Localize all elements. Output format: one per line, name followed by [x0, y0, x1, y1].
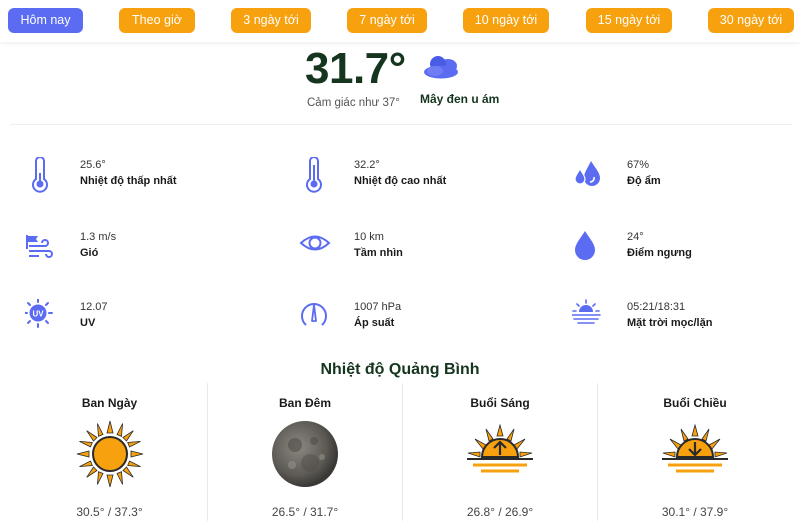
stat-label: Tầm nhìn [354, 247, 403, 259]
stat-value: 05:21/18:31 [627, 301, 686, 313]
stat-value: 67% [627, 159, 650, 171]
stat-label: Nhiệt độ thấp nhất [80, 175, 177, 187]
period-card-morning: Buổi Sáng 26.8° / 26.9° [402, 383, 597, 521]
stat-value: 12.07 [80, 301, 108, 313]
stat-label: Áp suất [354, 317, 395, 329]
tab-7-days[interactable]: 7 ngày tới [347, 8, 427, 33]
period-name: Ban Ngày [81, 396, 138, 410]
tab-hourly[interactable]: Theo giờ [119, 8, 195, 33]
stat-pressure: 1007 hPa Áp suất [299, 299, 559, 339]
period-card-afternoon: Buổi Chiều 30.1° / 37.9° [597, 383, 792, 521]
stat-humidity: 67% Độ ẩm [572, 157, 800, 197]
current-temperature: 31.7° [305, 44, 406, 93]
feels-like-text: Cảm giác như 37° [307, 97, 400, 109]
stat-sunrise-sunset: 05:21/18:31 Mặt trời mọc/lặn [572, 299, 800, 339]
thermometer-low-icon [32, 157, 48, 193]
stat-value: 25.6° [80, 159, 106, 171]
period-tab-bar: Hôm nay Theo giờ 3 ngày tới 7 ngày tới 1… [0, 0, 800, 42]
stat-max-temperature: 32.2° Nhiệt độ cao nhất [299, 157, 559, 197]
sunrise-sunset-icon [572, 299, 601, 324]
sunrise-icon [467, 423, 533, 473]
tab-15-days[interactable]: 15 ngày tới [586, 8, 672, 33]
dew-point-icon [575, 231, 595, 260]
moon-icon [272, 421, 338, 487]
cloud-icon [424, 56, 458, 79]
period-card-day: Ban Ngày 30.5° / 37.3° [12, 383, 207, 521]
tab-3-days[interactable]: 3 ngày tới [231, 8, 311, 33]
period-name: Buổi Sáng [470, 396, 530, 410]
period-temp-range: 26.8° / 26.9° [466, 505, 534, 519]
stat-label: Mặt trời mọc/lặn [627, 317, 713, 329]
sun-icon [76, 420, 143, 488]
stat-uv: UV 12.07 UV [25, 299, 285, 339]
period-temp-range: 30.1° / 37.9° [661, 505, 729, 519]
stat-label: Điểm ngưng [627, 247, 692, 259]
stat-label: Gió [80, 247, 99, 259]
wind-icon [26, 235, 53, 258]
sunset-icon [662, 423, 728, 473]
stat-label: UV [80, 317, 96, 329]
stat-visibility: 10 km Tầm nhìn [299, 229, 559, 269]
eye-icon [299, 235, 331, 251]
tab-10-days[interactable]: 10 ngày tới [463, 8, 549, 33]
period-name: Buổi Chiều [663, 396, 727, 410]
uv-icon: UV [25, 299, 53, 328]
tab-today[interactable]: Hôm nay [8, 8, 83, 33]
condition-text: Mây đen u ám [420, 92, 500, 106]
pressure-gauge-icon [301, 303, 327, 326]
period-card-night: Ban Đêm 26.5° / 31.7° [207, 383, 402, 521]
thermometer-high-icon [306, 157, 322, 193]
divider [10, 124, 792, 125]
tab-30-days[interactable]: 30 ngày tới [708, 8, 794, 33]
humidity-icon [574, 161, 600, 186]
stat-label: Độ ẩm [627, 175, 661, 187]
stat-wind: 1.3 m/s Gió [25, 229, 285, 269]
stat-value: 32.2° [354, 159, 380, 171]
stat-label: Nhiệt độ cao nhất [354, 175, 447, 187]
stat-value: 1007 hPa [354, 301, 402, 313]
stat-value: 1.3 m/s [80, 231, 117, 243]
svg-text:UV: UV [32, 310, 44, 319]
period-temp-range: 30.5° / 37.3° [76, 505, 143, 519]
stat-value: 10 km [354, 231, 384, 243]
stat-value: 24° [627, 231, 644, 243]
period-temp-range: 26.5° / 31.7° [271, 505, 339, 519]
stat-min-temperature: 25.6° Nhiệt độ thấp nhất [25, 157, 285, 197]
stat-dew-point: 24° Điểm ngưng [572, 229, 800, 269]
section-title: Nhiệt độ Quảng Bình [320, 361, 480, 378]
period-name: Ban Đêm [278, 396, 331, 410]
